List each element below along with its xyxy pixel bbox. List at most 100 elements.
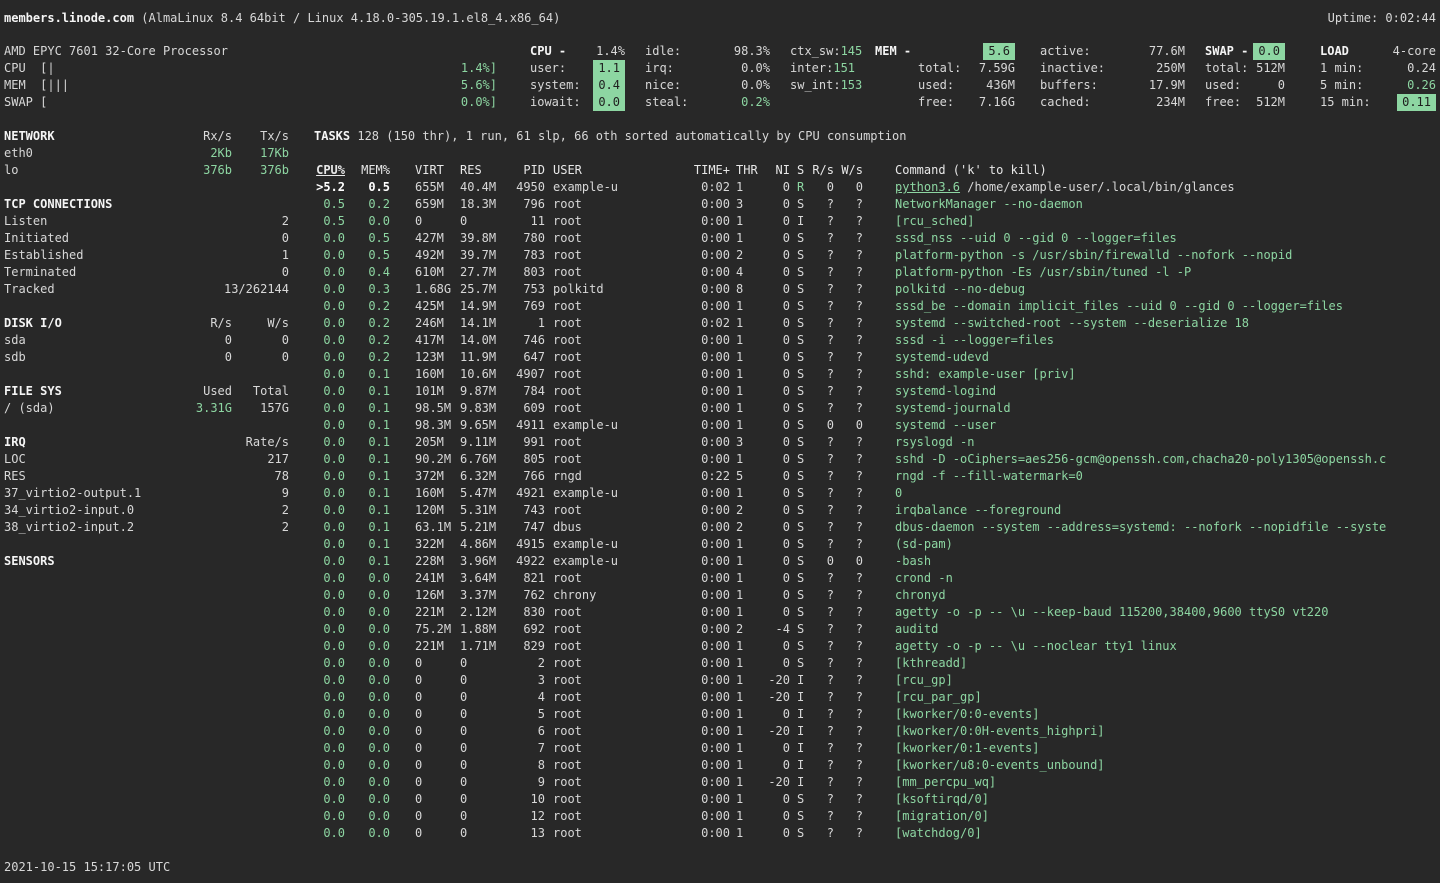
terminal-screen[interactable]: members.linode.com (AlmaLinux 8.4 64bit …	[0, 0, 1440, 883]
cell-time: 0:00	[690, 247, 730, 264]
cell-ni: 0	[763, 706, 790, 723]
cell-time: 0:00	[690, 587, 730, 604]
cell-time: 0:00	[690, 196, 730, 213]
cell-virt: 0	[415, 825, 422, 842]
cell-res: 6.76M	[460, 451, 496, 468]
cell-s: I	[797, 723, 804, 740]
stat-label: total:	[875, 60, 961, 77]
cell-thr: 4	[736, 264, 743, 281]
cell-thr: 1	[736, 825, 743, 842]
cell-time: 0:00	[690, 230, 730, 247]
process-header-row: CPU% MEM% VIRT RES PID USER TIME+ THR NI…	[0, 162, 1440, 179]
stat-value: 0.0%	[741, 77, 770, 94]
cell-pid: 4911	[495, 417, 545, 434]
cell-ni: -20	[763, 689, 790, 706]
cell-user: root	[553, 451, 582, 468]
cell-virt: 322M	[415, 536, 444, 553]
cell-res: 1.88M	[460, 621, 496, 638]
cell-virt: 205M	[415, 434, 444, 451]
process-row: 0.00.1228M3.96M4922example-u0:0010S00-ba…	[0, 553, 1440, 570]
cell-pid: 783	[495, 247, 545, 264]
cell-ws: ?	[838, 247, 863, 264]
quicklook-row: AMD EPYC 7601 32-Core Processor	[4, 43, 497, 60]
cell-time: 0:00	[690, 519, 730, 536]
process-row: 0.00.4610M27.7M803root0:0040S??platform-…	[0, 264, 1440, 281]
stat-value: 7.59G	[979, 60, 1015, 77]
cell-cpu: 0.0	[310, 604, 345, 621]
stat-value: 512M	[1256, 60, 1285, 77]
cell-s: I	[797, 689, 804, 706]
cell-cpu: 0.0	[310, 417, 345, 434]
cell-thr: 1	[736, 808, 743, 825]
cell-pid: 4950	[495, 179, 545, 196]
cell-res: 14.1M	[460, 315, 496, 332]
cell-ws: ?	[838, 502, 863, 519]
cpu-panel-col3: ctx_sw:145inter:151sw_int:153	[790, 43, 855, 94]
cell-pid: 12	[495, 808, 545, 825]
mem-stat-row: used: 436M	[875, 77, 1015, 94]
cell-ni: 0	[763, 536, 790, 553]
cell-s: S	[797, 332, 804, 349]
command-name: platform-python -Es /usr/sbin/tuned -l -…	[895, 265, 1191, 279]
cell-ni: 0	[763, 349, 790, 366]
cell-rs: ?	[809, 825, 834, 842]
cell-thr: 1	[736, 689, 743, 706]
cell-user: root	[553, 366, 582, 383]
cell-virt: 610M	[415, 264, 444, 281]
cell-mem: 0.2	[355, 298, 390, 315]
stat-value: 436M	[986, 77, 1015, 94]
cell-res: 10.6M	[460, 366, 496, 383]
command-name: [kthreadd]	[895, 656, 967, 670]
cell-ni: 0	[763, 281, 790, 298]
cell-command: NetworkManager --no-daemon	[895, 196, 1083, 213]
cell-pid: 780	[495, 230, 545, 247]
cell-mem: 0.1	[355, 383, 390, 400]
stat-label: CPU [|	[4, 60, 55, 77]
cell-command: [rcu_par_gp]	[895, 689, 982, 706]
cell-time: 0:00	[690, 264, 730, 281]
cell-rs: ?	[809, 570, 834, 587]
cell-time: 0:00	[690, 621, 730, 638]
cell-s: S	[797, 264, 804, 281]
cell-s: S	[797, 638, 804, 655]
cell-time: 0:00	[690, 672, 730, 689]
cell-virt: 160M	[415, 485, 444, 502]
hostname: members.linode.com	[4, 11, 134, 25]
stat-value: 5.6	[983, 43, 1015, 60]
cell-time: 0:00	[690, 366, 730, 383]
cell-command: [mm_percpu_wq]	[895, 774, 996, 791]
cell-time: 0:00	[690, 553, 730, 570]
cell-command: [ksoftirqd/0]	[895, 791, 989, 808]
cell-s: S	[797, 808, 804, 825]
cell-thr: 1	[736, 332, 743, 349]
cell-pid: 753	[495, 281, 545, 298]
stat-value: 0.0%]	[461, 94, 497, 111]
cell-ni: -20	[763, 723, 790, 740]
cell-mem: 0.0	[355, 587, 390, 604]
process-row: 0.00.00013root0:0010S??[watchdog/0]	[0, 825, 1440, 842]
cell-pid: 4915	[495, 536, 545, 553]
cell-virt: 427M	[415, 230, 444, 247]
stat-value: 5.6%]	[461, 77, 497, 94]
process-row: >5.20.5655M40.4M4950example-u0:0210R00py…	[0, 179, 1440, 196]
cell-pid: 4907	[495, 366, 545, 383]
cell-rs: ?	[809, 485, 834, 502]
process-row: 0.00.0126M3.37M762chrony0:0010S??chronyd	[0, 587, 1440, 604]
cell-cpu: 0.0	[310, 264, 345, 281]
cell-res: 39.8M	[460, 230, 496, 247]
stat-label: used:	[875, 77, 954, 94]
cell-user: root	[553, 315, 582, 332]
cell-res: 9.83M	[460, 400, 496, 417]
cell-user: root	[553, 400, 582, 417]
cell-user: root	[553, 638, 582, 655]
cell-command: dbus-daemon --system --address=systemd: …	[895, 519, 1386, 536]
stat-value: 512M	[1256, 94, 1285, 111]
cell-time: 0:00	[690, 383, 730, 400]
cell-virt: 63.1M	[415, 519, 451, 536]
cell-s: S	[797, 553, 804, 570]
cell-s: S	[797, 400, 804, 417]
swap-stat-row: free:512M	[1205, 94, 1285, 111]
cell-time: 0:00	[690, 281, 730, 298]
stat-value: 0.11	[1397, 94, 1436, 111]
cell-command: systemd --switched-root --system --deser…	[895, 315, 1249, 332]
